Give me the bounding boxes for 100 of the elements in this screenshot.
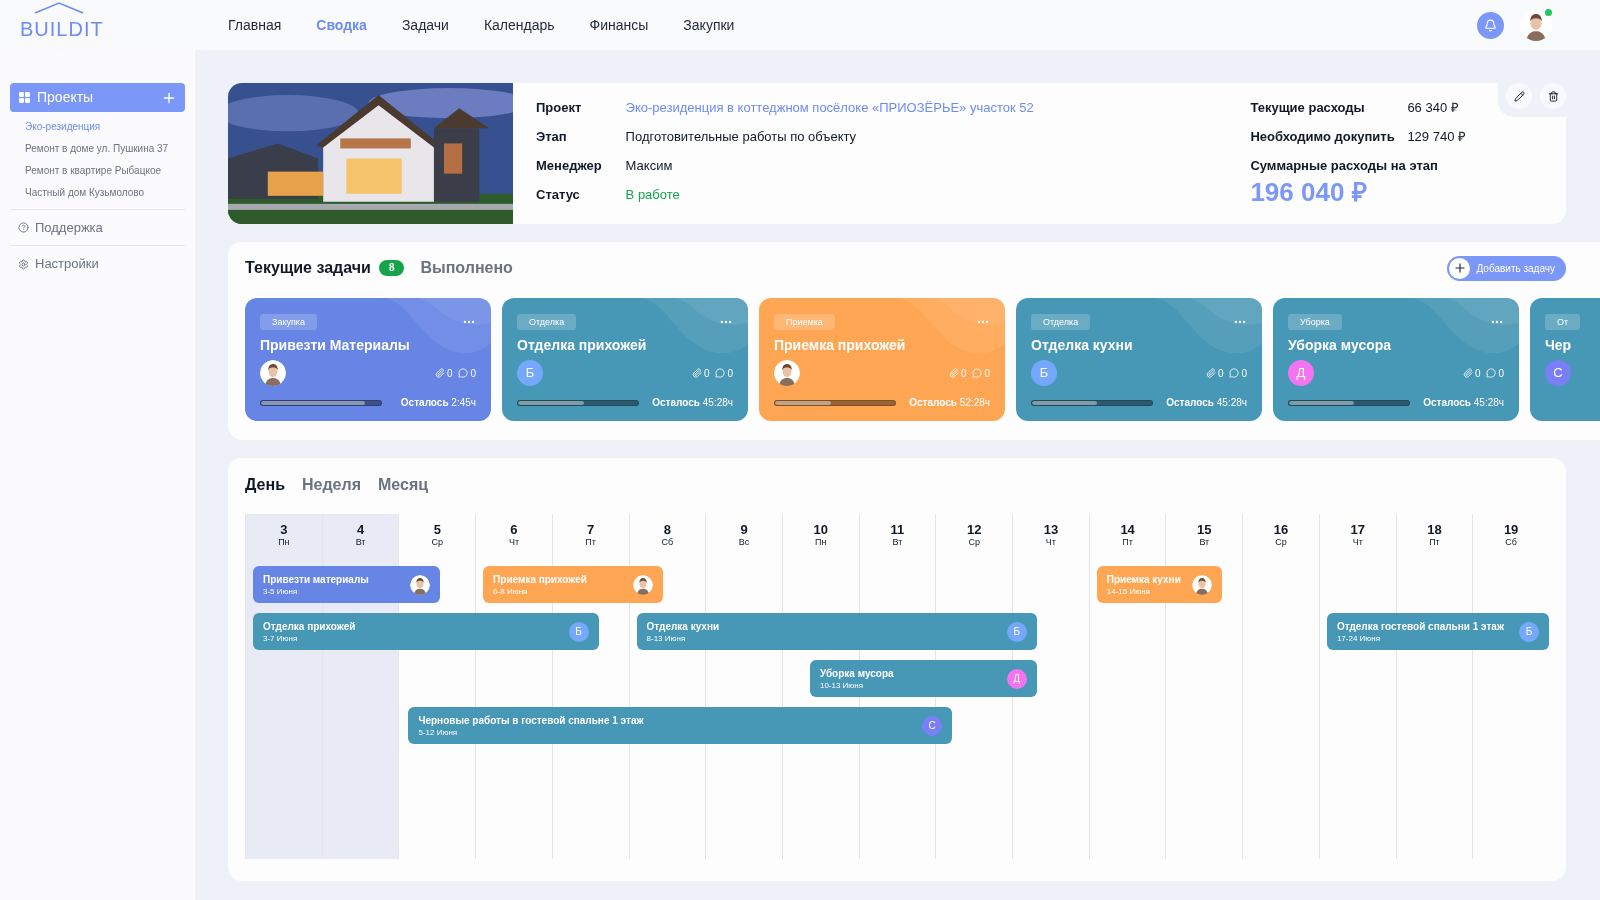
nav-link[interactable]: Закупки <box>683 14 735 36</box>
event-title: Черновые работы в гостевой спальне 1 этаж <box>418 713 644 727</box>
event-bar[interactable]: Отделка гостевой спальни 1 этаж 17-24 Июня Б <box>1326 613 1549 650</box>
event-bar[interactable]: Отделка кухни 8-13 Июня Б <box>636 613 1037 650</box>
category-tag: Отделка <box>517 314 577 330</box>
task-card[interactable]: От Чер С <box>1530 298 1600 421</box>
edit-button[interactable] <box>1506 83 1532 109</box>
field-value: Максим <box>625 157 674 175</box>
comment-count: 0 <box>972 365 990 381</box>
day-number: 9 <box>740 523 748 537</box>
sidebar-link[interactable]: Поддержка <box>10 210 185 246</box>
field-value: Подготовительные работы по объекту <box>625 128 858 146</box>
nav-link[interactable]: Главная <box>228 14 282 36</box>
event-dates: 5-12 Июня <box>418 726 459 738</box>
project-link[interactable]: Эко-резиденция <box>25 118 185 135</box>
weekday: Вт <box>1199 537 1210 548</box>
total-amount: 196 040 ₽ <box>1250 176 1368 208</box>
avatar-icon <box>1520 9 1552 41</box>
comment-count: 0 <box>715 365 733 381</box>
event-bar[interactable]: Приемка кухни 14-15 Июня <box>1096 566 1223 603</box>
avatar: Б <box>1031 360 1057 386</box>
event-dates: 3-5 Июня <box>263 585 299 597</box>
task-title: Отделка прихожей <box>517 336 648 354</box>
avatar: С <box>922 715 943 736</box>
task-card[interactable]: Закупка Привезти Материалы 0 0 Осталось 2:45ч <box>245 298 491 421</box>
weekday: Ср <box>968 537 980 548</box>
event-dates: 10-13 Июня <box>819 679 865 691</box>
cost-label: Текущие расходы <box>1250 99 1366 117</box>
task-card[interactable]: Отделка Отделка кухни Б 0 0 Осталось 45:28ч <box>1016 298 1262 421</box>
weekday: Чт <box>1352 537 1363 548</box>
view-tab[interactable]: Неделя <box>302 473 361 497</box>
event-bar[interactable]: Приемка прихожей 6-8 Июня <box>483 566 664 603</box>
event-dates: 8-13 Июня <box>646 632 687 644</box>
avatar-icon <box>774 360 800 386</box>
time-remaining: Осталось 52:28ч <box>909 396 990 410</box>
notification-button[interactable] <box>1477 11 1504 39</box>
nav-link[interactable]: Задачи <box>401 14 449 36</box>
avatar: Б <box>1519 621 1539 642</box>
nav-link[interactable]: Сводка <box>316 14 367 36</box>
project-link[interactable]: Ремонт в квартире Рыбацкое <box>25 162 185 179</box>
event-bar[interactable]: Привезти материалы 3-5 Июня <box>253 566 441 603</box>
settings-icon <box>18 258 29 270</box>
count-badge: 8 <box>378 260 405 276</box>
weekday: Чт <box>508 537 519 548</box>
weekday: Сб <box>661 537 674 548</box>
sidebar-link[interactable]: Настройки <box>10 246 185 282</box>
avatar: С <box>1545 360 1571 386</box>
bell-icon <box>1484 18 1497 32</box>
event-title: Уборка мусора <box>819 666 894 680</box>
cost-value: 66 340 ₽ <box>1407 99 1459 117</box>
attachment-count: 0 <box>691 365 710 381</box>
day-number: 17 <box>1350 523 1365 537</box>
avatar-icon <box>410 574 431 595</box>
comment-count: 0 <box>1229 365 1247 381</box>
category-tag: От <box>1545 314 1581 330</box>
weekday: Чт <box>1045 537 1056 548</box>
category-tag: Отделка <box>1031 314 1091 330</box>
task-tab[interactable]: Текущие задачи 8 <box>245 256 405 280</box>
event-title: Привезти материалы <box>263 572 369 586</box>
plus-icon <box>1453 261 1467 275</box>
weekday: Ср <box>1275 537 1287 548</box>
task-title: Отделка кухни <box>1031 336 1134 354</box>
project-link[interactable]: Частный дом Кузьмолово <box>25 184 185 201</box>
task-title: Чер <box>1545 336 1573 354</box>
task-title: Привезти Материалы <box>260 336 411 354</box>
task-tab[interactable]: Выполнено <box>420 256 513 280</box>
avatar: Б <box>568 621 589 642</box>
nav-link[interactable]: Календарь <box>483 14 555 36</box>
event-bar[interactable]: Отделка прихожей 3-7 Июня Б <box>253 613 599 650</box>
task-card[interactable]: Уборка Уборка мусора Д 0 0 Осталось 45:28ч <box>1273 298 1519 421</box>
view-tab[interactable]: День <box>245 473 285 497</box>
project-link[interactable]: Ремонт в доме ул. Пушкина 37 <box>25 140 185 157</box>
weekday: Пт <box>585 537 596 548</box>
event-bar[interactable]: Черновые работы в гостевой спальне 1 этаж 5-12 Июня С <box>408 707 953 744</box>
nav-link[interactable]: Финансы <box>589 14 649 36</box>
weekday: Пт <box>1122 537 1133 548</box>
attachment-count: 0 <box>434 365 453 381</box>
field-value: В работе <box>625 186 681 204</box>
help-icon <box>18 222 29 233</box>
avatar: Б <box>1006 621 1027 642</box>
task-card[interactable]: Отделка Отделка прихожей Б 0 0 Осталось 45:28ч <box>502 298 748 421</box>
view-tab[interactable]: Месяц <box>378 473 429 497</box>
event-dates: 3-7 Июня <box>263 632 299 644</box>
cost-value: 129 740 ₽ <box>1407 128 1466 146</box>
pencil-icon <box>1513 90 1525 102</box>
avatar-icon <box>1192 574 1213 595</box>
comment-count: 0 <box>458 365 476 381</box>
day-number: 5 <box>433 523 441 537</box>
avatar-icon <box>633 574 654 595</box>
projects-button[interactable]: Проекты <box>10 83 185 112</box>
delete-button[interactable] <box>1540 83 1566 109</box>
event-bar[interactable]: Уборка мусора 10-13 Июня Д <box>809 660 1037 697</box>
day-number: 15 <box>1197 523 1212 537</box>
task-card[interactable]: Приемка Приемка прихожей 0 0 Осталось 52:28ч <box>759 298 1005 421</box>
task-title: Приемка прихожей <box>774 336 907 354</box>
day-number: 6 <box>510 523 518 537</box>
project-link[interactable]: Эко-резиденция в коттеджном посёлоке «ПРИОЗЁРЬЕ» участок 52 <box>625 98 1034 118</box>
add-task-button[interactable]: Добавить задачу <box>1447 255 1566 281</box>
event-title: Отделка кухни <box>646 619 720 633</box>
grid-icon <box>18 91 31 104</box>
